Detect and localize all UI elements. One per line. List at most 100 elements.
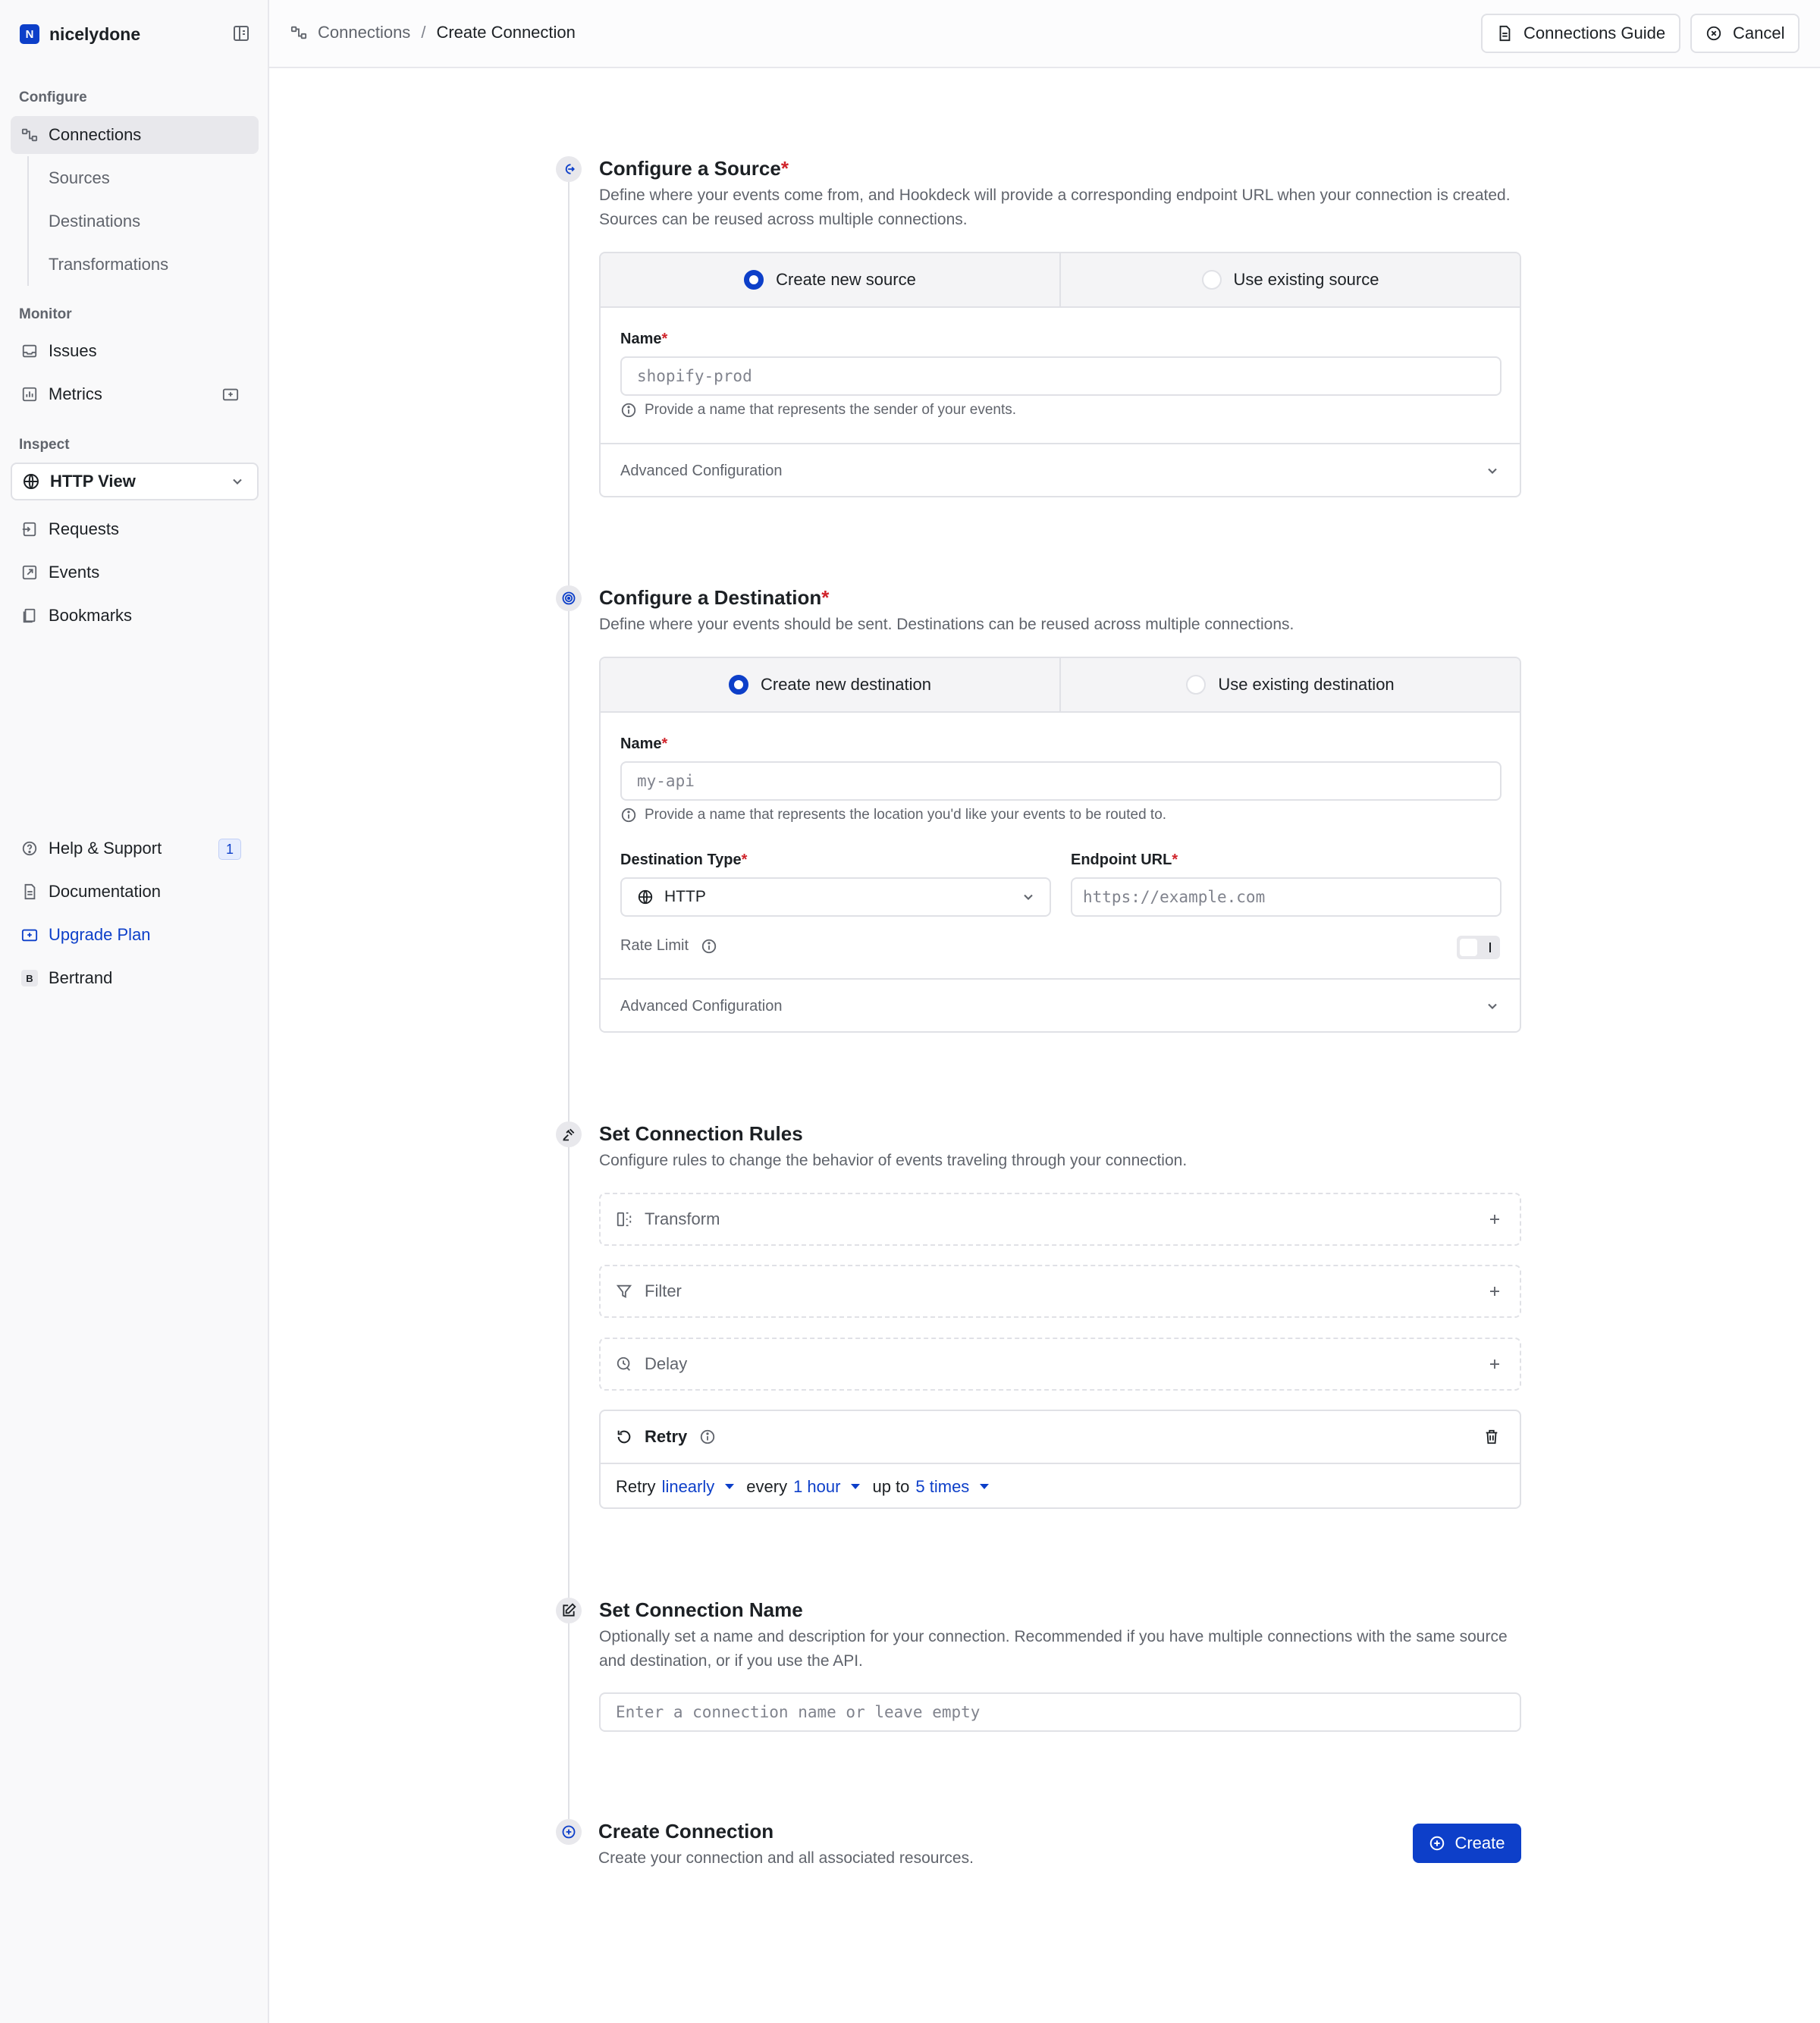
document-icon [20,883,39,901]
gavel-icon [563,1128,575,1141]
tab-label: Create new source [776,270,916,289]
source-step-title: Configure a Source* [599,157,789,180]
breadcrumb-connections[interactable]: Connections [318,23,410,42]
sidebar-item-label: Bertrand [49,968,113,987]
sidebar-item-destinations[interactable]: Destinations [27,199,255,243]
destination-name-hint: Provide a name that represents the locat… [620,807,1166,823]
rule-label: Transform [645,1209,720,1228]
caret-down-icon [980,1484,990,1489]
sidebar-item-label: Documentation [49,882,161,901]
globe-icon [24,474,39,489]
chevron-down-icon [233,478,242,485]
org-switcher[interactable]: N nicelydone [20,23,140,45]
source-advanced-config[interactable]: Advanced Configuration [601,443,1520,496]
destination-name-input[interactable]: my-api [620,761,1502,801]
destination-advanced-config[interactable]: Advanced Configuration [601,978,1520,1031]
retry-strategy-dropdown[interactable]: linearly [662,1477,715,1497]
rule-transform[interactable]: Transform [599,1193,1521,1246]
tab-use-existing-source[interactable]: Use existing source [1059,253,1520,306]
sidebar-item-label: Connections [49,125,142,144]
create-button[interactable]: Create [1413,1824,1521,1863]
sidebar-collapse-icon[interactable] [232,24,250,42]
connection-name-input[interactable]: Enter a connection name or leave empty [599,1692,1521,1732]
sidebar-item-label: Bookmarks [49,606,133,625]
source-name-input[interactable]: shopify-prod [620,356,1502,396]
tab-label: Create new destination [760,675,932,694]
sidebar-item-user[interactable]: B Bertrand [11,959,259,997]
sidebar-item-documentation[interactable]: Documentation [11,873,259,911]
sidebar-item-connections[interactable]: Connections [11,116,259,154]
sidebar-item-bookmarks[interactable]: Bookmarks [11,597,259,635]
inspect-view-select[interactable]: HTTP View [11,463,259,500]
rule-delay[interactable]: Delay [599,1338,1521,1391]
sidebar-item-requests[interactable]: Requests [11,510,259,548]
plus-circle-icon [562,1825,576,1839]
sidebar-item-transformations[interactable]: Transformations [27,243,255,286]
steps-timeline [568,170,570,1832]
tab-label: Use existing source [1233,270,1379,289]
sidebar-item-issues[interactable]: Issues [11,332,259,370]
destination-type-select[interactable]: HTTP [620,877,1051,917]
info-icon[interactable] [699,1429,716,1445]
retry-interval-dropdown[interactable]: 1 hour [793,1477,840,1497]
retry-count-dropdown[interactable]: 5 times [915,1477,969,1497]
retry-title: Retry [645,1427,688,1446]
create-button-label: Create [1454,1833,1505,1852]
radio-selected [744,270,764,290]
tab-create-new-destination[interactable]: Create new destination [601,658,1059,711]
retry-upto-text: up to [872,1476,910,1496]
sidebar-item-upgrade[interactable]: Upgrade Plan [11,916,259,954]
rate-limit-toggle[interactable] [1457,936,1500,959]
destination-type-value: HTTP [664,888,706,905]
sidebar-item-metrics[interactable]: Metrics [11,375,259,413]
retry-icon [617,1430,631,1444]
filter-icon [616,1284,632,1298]
section-inspect: Inspect [19,437,70,453]
source-step-icon [556,156,582,182]
export-icon [20,563,39,582]
connections-icon [20,126,39,144]
rule-label: Filter [645,1281,682,1300]
edit-icon [563,1603,576,1617]
rule-filter[interactable]: Filter [599,1265,1521,1318]
destination-card: Create new destination Use existing dest… [599,657,1521,1033]
rules-step-title: Set Connection Rules [599,1122,803,1145]
rules-step-description: Configure rules to change the behavior o… [599,1152,1188,1169]
create-step-description: Create your connection and all associate… [598,1849,974,1867]
help-circle-icon [20,839,39,858]
sidebar-item-sources[interactable]: Sources [27,156,255,199]
radio-unselected [1186,675,1207,695]
destination-step-icon [556,585,582,611]
destination-step-description: Define where your events should be sent.… [599,616,1294,633]
chevron-down-icon [1024,894,1033,900]
caret-down-icon [725,1484,735,1489]
sidebar-item-label: Sources [49,168,110,187]
chevron-down-icon [1488,468,1497,474]
cancel-button[interactable]: Cancel [1690,14,1800,53]
org-name: nicelydone [49,24,141,44]
globe-icon [638,889,653,905]
breadcrumb-separator: / [421,23,426,42]
sidebar-item-label: Issues [49,341,97,360]
plus-icon [1490,1360,1499,1369]
endpoint-url-input[interactable]: https://example.com [1071,877,1502,917]
create-step-title: Create Connection [598,1820,774,1843]
info-icon[interactable] [701,938,717,955]
radio-selected [728,675,748,695]
trash-icon[interactable] [1483,1429,1500,1445]
destination-type-label: Destination Type* [620,852,748,868]
target-icon [562,591,576,605]
sidebar-item-events[interactable]: Events [11,554,259,591]
sidebar-item-help[interactable]: Help & Support 1 [11,830,259,867]
user-initial: B [21,970,38,986]
sidebar: N nicelydone Configure Connections Sourc… [0,0,269,2023]
section-configure: Configure [19,89,87,105]
section-monitor: Monitor [19,306,72,322]
tab-create-new-source[interactable]: Create new source [601,253,1059,306]
connections-guide-button[interactable]: Connections Guide [1481,14,1681,53]
tab-use-existing-destination[interactable]: Use existing destination [1059,658,1520,711]
retry-prefix: Retry [616,1476,656,1496]
source-icon [565,164,575,174]
retry-config: Retry linearly every 1 hour up to 5 time… [601,1464,1520,1509]
destination-name-label: Name* [620,735,668,752]
